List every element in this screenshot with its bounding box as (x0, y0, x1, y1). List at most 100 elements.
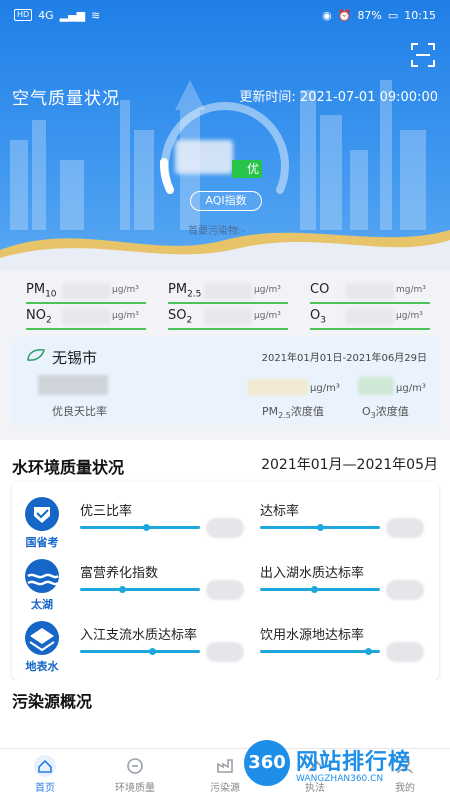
sim-indicator: HD (14, 9, 33, 21)
pollution-section-title: 污染源概况 (12, 692, 93, 711)
tab-environment[interactable]: 环境质量 (90, 749, 180, 800)
header-wave (0, 230, 450, 270)
pollutant-level-bar (310, 328, 430, 330)
water-metric-name: 富营养化指数 (80, 566, 159, 581)
water-category-label: 太湖 (31, 598, 53, 611)
water-metric[interactable]: 入江支流水质达标率 (80, 624, 250, 664)
water-metric-dot (365, 648, 372, 655)
water-metric-dot (317, 524, 324, 531)
scan-icon[interactable] (410, 42, 436, 68)
water-category-label: 国省考 (25, 536, 59, 549)
watermark-url: WANGZHAN360.CN (296, 774, 384, 784)
aqi-value-blurred (175, 140, 233, 174)
o3-unit: μg/m³ (396, 383, 426, 394)
water-category-label: 地表水 (25, 660, 59, 673)
water-metric[interactable]: 富营养化指数 (80, 562, 250, 602)
city-name: 无锡市 (52, 349, 98, 367)
pollutant-name: PM10 (26, 282, 57, 300)
water-metric-dot (143, 524, 150, 531)
water-metric-value-blurred (206, 580, 244, 600)
water-quality-section: 水环境质量状况 2021年01月—2021年05月 国省考 优三比率 达标率太湖 富营… (0, 440, 450, 680)
good-rate-label: 优良天比率 (52, 405, 107, 418)
water-metric-value-blurred (206, 642, 244, 662)
watermark-text: 网站排行榜 (296, 750, 412, 775)
surface-water-icon (25, 621, 59, 655)
network-indicator: 4G (38, 8, 54, 22)
o3-label: O3浓度值 (362, 405, 409, 421)
home-icon (34, 755, 56, 777)
eye-icon: ◉ (322, 8, 332, 22)
battery-text: 87% (357, 8, 382, 22)
air-quality-title: 空气质量状况 (12, 89, 120, 109)
pollutant-item[interactable]: SO2 μg/m³ (168, 304, 288, 330)
water-section-title: 水环境质量状况 (12, 458, 125, 477)
water-quality-card: 国省考 优三比率 达标率太湖 富营养化指数 出入湖水质达标率地表水 入江支流水质达标率 饮用… (12, 482, 439, 680)
water-metric-name: 优三比率 (80, 504, 133, 519)
wifi-icon: ≋ (91, 8, 101, 22)
pollution-source-section: 污染源概况 (0, 680, 450, 748)
pollutant-unit: μg/m³ (112, 311, 139, 321)
pollutant-level-bar (26, 328, 146, 330)
pollutant-unit: μg/m³ (112, 285, 139, 295)
pm25-unit: μg/m³ (310, 383, 340, 394)
water-category-icon: 地表水 (20, 620, 64, 674)
aqi-index-button[interactable]: AQI指数 (190, 191, 262, 211)
pollutant-item[interactable]: CO mg/m³ (310, 278, 430, 304)
tab-label: 首页 (35, 783, 55, 794)
water-metric-dot (149, 648, 156, 655)
water-category-icon: 国省考 (20, 496, 64, 550)
water-metric-track (80, 526, 200, 529)
water-metric-value-blurred (386, 518, 424, 538)
water-metric-name: 饮用水源地达标率 (260, 628, 365, 643)
pollutant-name: O3 (310, 308, 326, 326)
pm25-value-blurred (248, 379, 308, 395)
watermark-badge: 360 (244, 740, 290, 786)
pollutant-item[interactable]: O3 μg/m³ (310, 304, 430, 330)
water-metric-track (260, 650, 380, 653)
shield-icon (25, 497, 59, 531)
pollutant-value-blurred (346, 309, 394, 325)
pollutant-unit: μg/m³ (254, 311, 281, 321)
pollutant-unit: μg/m³ (254, 285, 281, 295)
factory-icon (214, 755, 236, 777)
signal-icon: ▂▄▆ (59, 8, 86, 22)
water-metric[interactable]: 饮用水源地达标率 (260, 624, 430, 664)
water-metric-name: 入江支流水质达标率 (80, 628, 198, 643)
pollutant-item[interactable]: PM10 μg/m³ (26, 278, 146, 304)
water-metric-value-blurred (386, 580, 424, 600)
pollutant-value-blurred (204, 283, 252, 299)
pollutant-grid: PM10 μg/m³ PM2.5 μg/m³ CO mg/m³ NO2 μg/m³ SO2 μg/… (0, 270, 450, 330)
battery-icon: ▭ (387, 8, 399, 22)
water-metric[interactable]: 达标率 (260, 500, 430, 540)
lake-icon (25, 559, 59, 593)
alarm-icon: ⏰ (337, 8, 352, 22)
tab-home[interactable]: 首页 (0, 749, 90, 800)
pollutant-name: PM2.5 (168, 282, 202, 300)
water-metric-dot (311, 586, 318, 593)
pollutant-value-blurred (204, 309, 252, 325)
water-category-icon: 太湖 (20, 558, 64, 612)
water-metric[interactable]: 出入湖水质达标率 (260, 562, 430, 602)
leaf-icon (27, 349, 45, 361)
primary-pollutant: 首要污染物:- (188, 226, 245, 237)
aqi-level-badge: 优 (232, 160, 262, 178)
pollutant-level-bar (168, 328, 288, 330)
pollutant-item[interactable]: PM2.5 μg/m³ (168, 278, 288, 304)
water-metric[interactable]: 优三比率 (80, 500, 250, 540)
water-metric-name: 出入湖水质达标率 (260, 566, 365, 581)
air-quality-header: 空气质量状况 更新时间: 2021-07-01 09:00:00 优 AQI指数… (0, 0, 450, 270)
pollutant-item[interactable]: NO2 μg/m³ (26, 304, 146, 330)
pollutant-name: SO2 (168, 308, 193, 326)
pollutant-name: NO2 (26, 308, 52, 326)
city-summary-card[interactable]: 无锡市 2021年01月01日-2021年06月29日 μg/m³ μg/m³ … (12, 337, 439, 425)
environment-icon (124, 755, 146, 777)
pm25-label: PM2.5浓度值 (262, 405, 324, 421)
water-metric-track (80, 650, 200, 653)
pollutant-value-blurred (62, 283, 110, 299)
site-watermark: 360 网站排行榜 WANGZHAN360.CN (240, 740, 450, 796)
pollutant-unit: mg/m³ (396, 285, 426, 295)
clock: 10:15 (404, 8, 436, 22)
water-date-range: 2021年01月—2021年05月 (261, 457, 438, 473)
water-metric-track (260, 588, 380, 591)
water-metric-value-blurred (386, 642, 424, 662)
